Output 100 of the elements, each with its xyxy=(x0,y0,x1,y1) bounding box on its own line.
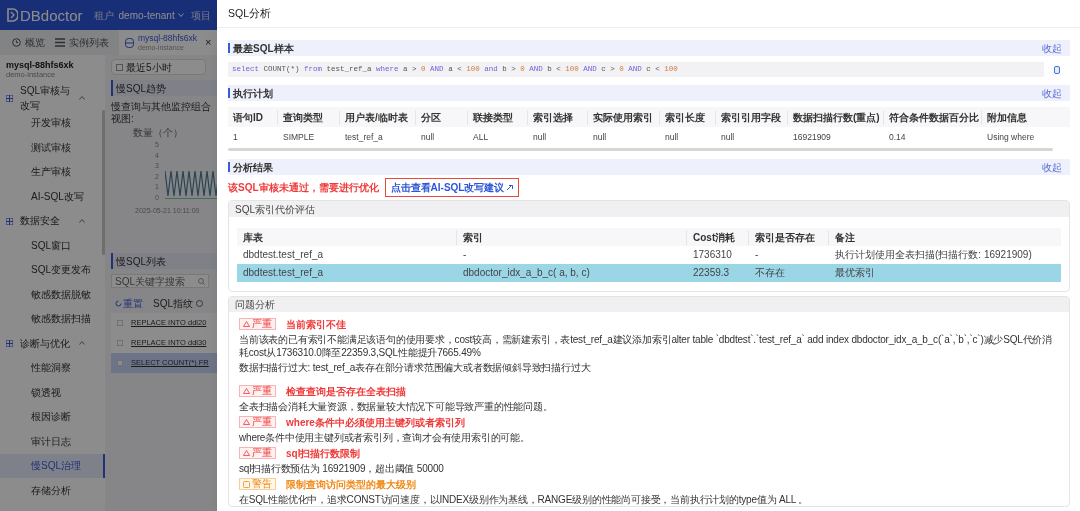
checkbox[interactable] xyxy=(117,360,123,366)
column-header: 索引选择 xyxy=(528,109,588,125)
menu-item[interactable]: 性能洞察 xyxy=(0,355,105,380)
collapse-link[interactable]: 收起 xyxy=(1042,159,1062,175)
menu-item[interactable]: 存储分析 xyxy=(0,478,105,503)
column-header: 查询类型 xyxy=(278,109,340,125)
grid-icon xyxy=(6,217,13,225)
calendar-icon xyxy=(116,63,123,71)
list-icon xyxy=(55,38,65,47)
grid-icon xyxy=(6,95,13,102)
section-title: 分析结果 xyxy=(233,160,273,175)
column-header: 用户表/临时表 xyxy=(340,109,416,125)
copy-icon xyxy=(1054,65,1060,74)
checkbox[interactable] xyxy=(117,320,123,326)
warning-icon xyxy=(243,419,250,425)
table-row[interactable]: dbdtest.test_ref_a dbdoctor_idx_a_b_c( a, b, c) 22359.3 不存在 最优索引 xyxy=(237,264,1061,282)
scrollbar[interactable] xyxy=(228,148,1053,151)
refresh-icon xyxy=(115,299,122,307)
issue-description: 在SQL性能优化中，追求CONST访问速度，以INDEX级别作为基线，RANGE级别的性能尚可接受，当前执行计划的type值为 ALL 。 xyxy=(239,493,810,506)
logo-icon xyxy=(6,8,18,22)
menu-group[interactable]: SQL审核与改写 xyxy=(0,86,105,111)
section-title: 执行计划 xyxy=(233,86,273,101)
chevron-up-icon xyxy=(79,96,85,101)
table-cell-text: null xyxy=(664,131,680,144)
axis-title: 数量（个） xyxy=(133,127,183,139)
issue-title: sql扫描行数限制 xyxy=(286,446,361,461)
ai-rewrite-link[interactable]: 点击查看AI-SQL改写建议 xyxy=(384,178,520,197)
table-cell-text: null xyxy=(532,131,548,144)
column-header: Cost消耗 xyxy=(687,229,749,245)
search-icon xyxy=(198,277,205,285)
chevron-down-icon xyxy=(177,13,184,17)
column-header: 分区 xyxy=(416,109,468,125)
checkbox[interactable] xyxy=(117,340,123,346)
table-cell-text: Using where xyxy=(986,131,1036,144)
card-title: 问题分析 xyxy=(235,298,275,312)
table-cell-text: test_ref_a xyxy=(344,131,384,144)
collapse-link[interactable]: 收起 xyxy=(1042,85,1062,101)
chevron-up-icon xyxy=(79,218,85,223)
page-tab[interactable]: 实例列表 xyxy=(55,30,109,55)
table-cell-text: 0.14 xyxy=(888,131,907,144)
table-cell-text: null xyxy=(592,131,608,144)
warning-icon xyxy=(243,321,250,327)
help-icon xyxy=(196,299,203,307)
database-icon xyxy=(125,37,134,48)
table-cell-text: 执行计划使用全表扫描(扫描行数: 16921909) xyxy=(834,249,1033,261)
issue-title: 限制查询访问类型的最大级别 xyxy=(286,477,416,492)
section-header: 慢SQL趋势 xyxy=(111,80,217,96)
table-cell-text: - xyxy=(754,249,760,261)
table-cell-text: 1736310 xyxy=(692,249,733,261)
column-header: 附加信息 xyxy=(986,110,1028,125)
menu-item[interactable]: 敏感数据脱敏 xyxy=(0,282,105,307)
severity-tag: 严重 xyxy=(239,416,276,428)
issue-title: 检查查询是否存在全表扫描 xyxy=(286,384,406,399)
search-field[interactable]: SQL关键字搜索 xyxy=(111,274,209,288)
page-tab[interactable]: 概览 xyxy=(12,30,45,55)
table-cell-text: ALL xyxy=(472,131,490,144)
chart-subtitle: 慢查询与其他监控组合视图: xyxy=(111,101,211,125)
tenant-select[interactable]: demo-tenant xyxy=(118,7,184,23)
table-cell-text: SIMPLE xyxy=(282,131,316,144)
issue-description: 数据扫描行过大: test_ref_a表存在部分请求范围偏大或者数据倾斜导致扫描行过大 xyxy=(239,361,592,374)
accent-bar xyxy=(228,43,230,53)
menu-item[interactable]: 根因诊断 xyxy=(0,404,105,429)
column-header: 语句ID xyxy=(228,109,278,125)
table-cell-text: 不存在 xyxy=(754,267,786,279)
verdict-text: 该SQL审核未通过，需要进行优化 xyxy=(228,181,379,195)
severity-tag: 严重 xyxy=(239,385,276,397)
reset-button[interactable]: 重置 xyxy=(115,295,143,311)
table-cell-text: null xyxy=(720,131,736,144)
severity-tag: 严重 xyxy=(239,447,276,459)
table-cell-text: null xyxy=(420,131,436,144)
tab-title: mysql-88hfs6xk xyxy=(138,33,198,43)
warning-icon xyxy=(243,388,250,394)
issue-description: where条件中使用主键列或者索引列，查询才会有使用索引的可能。 xyxy=(239,431,531,444)
menu-item[interactable]: 锁透视 xyxy=(0,380,105,405)
menu-item[interactable]: 敏感数据扫描 xyxy=(0,306,105,331)
column-header: 联接类型 xyxy=(468,109,528,125)
column-header: 数据扫描行数(重点) xyxy=(788,109,884,125)
logo-text: DBdoctor xyxy=(20,7,83,23)
menu-item[interactable]: SQL变更发布 xyxy=(0,257,105,282)
menu-item[interactable]: 慢SQL治理 xyxy=(0,453,105,478)
close-icon[interactable]: × xyxy=(205,34,212,51)
table-cell-text: 22359.3 xyxy=(692,267,731,279)
severity-tag: 警告 xyxy=(239,478,276,490)
table-cell-text: 16921909 xyxy=(792,131,832,144)
column-header: 备注 xyxy=(834,230,856,245)
drawer-title: SQL分析 xyxy=(228,5,271,21)
table-cell-text: 1 xyxy=(232,131,239,144)
column-header: 符合条件数据百分比 xyxy=(884,109,982,125)
bar-chart-drawing xyxy=(165,169,217,199)
tenant-label: 租户 xyxy=(93,8,114,23)
issue-title: where条件中必须使用主键列或者索引列 xyxy=(286,415,465,430)
info-icon xyxy=(243,480,250,488)
time-range-select[interactable]: 最近5小时 xyxy=(111,59,206,75)
column-header: 索引 xyxy=(457,229,687,245)
menu-group[interactable]: 诊断与优化 xyxy=(0,331,105,356)
issue-description: 当前该表的已有索引不能满足该语句的使用要求，cost较高，需新建索引，表test_ref_a建议添加索引alter table `dbdtest`.`test_ref_a` add index dbdoctor_idx_a_b_c(`a`,`b`,`c`)减少SQL代价消耗cost从1736310.0降至22359.3,SQL性能提升7665.49% xyxy=(239,333,1053,359)
issue-description: 全表扫描会消耗大量资源，数据量较大情况下可能导致严重的性能问题。 xyxy=(239,400,554,413)
menu-item[interactable]: 审计日志 xyxy=(0,429,105,454)
collapse-link[interactable]: 收起 xyxy=(1042,40,1062,56)
column-header: SQL指纹 xyxy=(153,295,203,311)
